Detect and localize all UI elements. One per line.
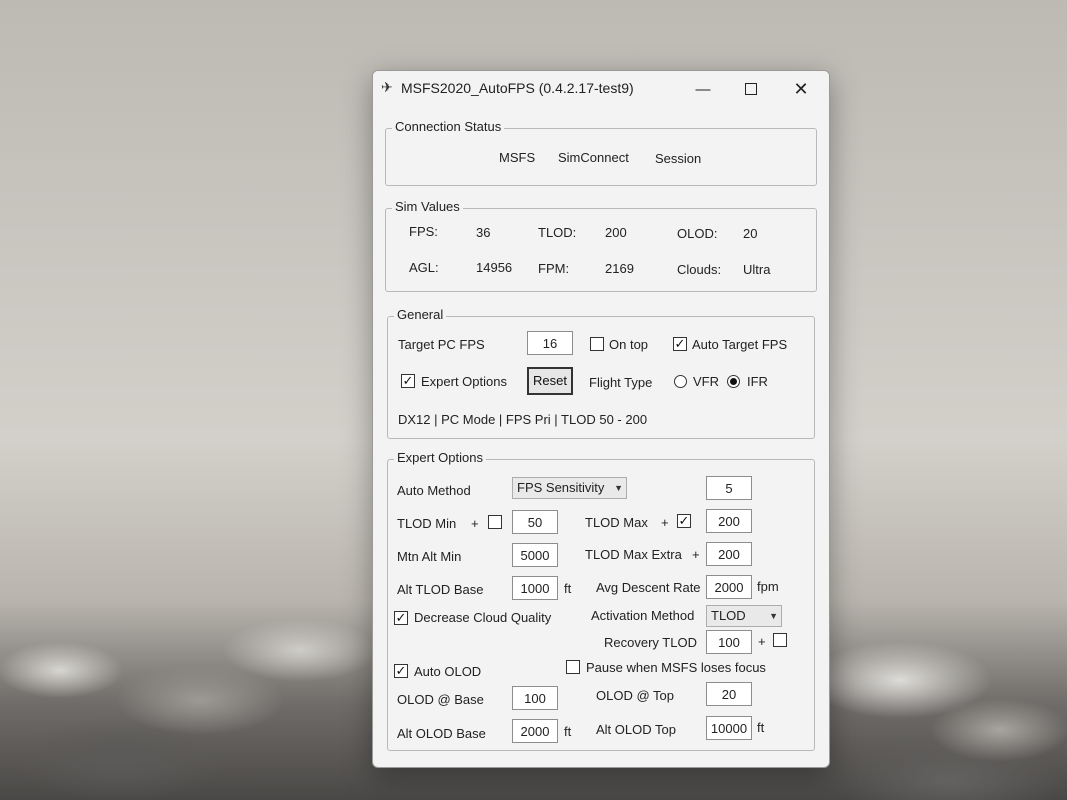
fpm-value: 2169 bbox=[605, 261, 634, 276]
target-fps-label: Target PC FPS bbox=[398, 337, 485, 352]
tlod-max-input[interactable]: 200 bbox=[706, 509, 752, 533]
alt-olod-base-input[interactable]: 2000 bbox=[512, 719, 558, 743]
tlod-max-checkbox[interactable]: ✓ bbox=[677, 514, 691, 528]
tlod-min-plus: + bbox=[471, 516, 479, 531]
tlod-max-extra-label: TLOD Max Extra bbox=[585, 547, 682, 562]
expert-options-group-label: Expert Options bbox=[394, 450, 486, 465]
close-button[interactable]: ✕ bbox=[777, 71, 825, 107]
olod-top-input[interactable]: 20 bbox=[706, 682, 752, 706]
vfr-label: VFR bbox=[693, 374, 719, 389]
auto-olod-label: Auto OLOD bbox=[414, 664, 482, 679]
olod-top-label: OLOD @ Top bbox=[596, 688, 674, 703]
avg-descent-rate-input[interactable]: 2000 bbox=[706, 575, 752, 599]
general-group: General Target PC FPS 16 On top ✓ Auto T… bbox=[387, 307, 815, 439]
recovery-tlod-input[interactable]: 100 bbox=[706, 630, 752, 654]
status-simconnect: SimConnect bbox=[558, 150, 629, 165]
alt-olod-top-input[interactable]: 10000 bbox=[706, 716, 752, 740]
recovery-tlod-plus: + bbox=[758, 634, 766, 649]
chevron-down-icon: ▼ bbox=[614, 483, 623, 493]
tlod-max-extra-input[interactable]: 200 bbox=[706, 542, 752, 566]
alt-olod-top-label: Alt OLOD Top bbox=[596, 722, 676, 737]
decrease-cloud-quality-checkbox[interactable]: ✓ bbox=[394, 611, 408, 625]
clouds-label: Clouds: bbox=[677, 262, 722, 277]
auto-method-label: Auto Method bbox=[397, 483, 471, 498]
on-top-checkbox[interactable] bbox=[590, 337, 604, 351]
connection-status-label: Connection Status bbox=[392, 119, 505, 134]
olod-base-label: OLOD @ Base bbox=[397, 692, 484, 707]
auto-target-fps-checkbox[interactable]: ✓ bbox=[673, 337, 687, 351]
tlod-min-label: TLOD Min bbox=[397, 516, 457, 531]
tlod-label: TLOD: bbox=[538, 225, 577, 240]
title-bar: ✈ MSFS2020_AutoFPS (0.4.2.17-test9) — ✕ bbox=[373, 71, 829, 107]
recovery-tlod-label: Recovery TLOD bbox=[604, 635, 697, 650]
decrease-cloud-quality-label: Decrease Cloud Quality bbox=[414, 610, 552, 625]
activation-method-select[interactable]: TLOD ▼ bbox=[706, 605, 782, 627]
tlod-min-input[interactable]: 50 bbox=[512, 510, 558, 534]
alt-tlod-base-unit: ft bbox=[564, 581, 572, 596]
mtn-alt-min-label: Mtn Alt Min bbox=[397, 549, 462, 564]
chevron-down-icon: ▼ bbox=[769, 611, 778, 621]
reset-button[interactable]: Reset bbox=[527, 367, 573, 395]
fps-label: FPS: bbox=[409, 224, 438, 239]
alt-olod-base-label: Alt OLOD Base bbox=[397, 726, 486, 741]
status-session: Session bbox=[655, 151, 702, 166]
auto-method-value: FPS Sensitivity bbox=[517, 480, 605, 495]
activation-method-label: Activation Method bbox=[591, 608, 695, 623]
tlod-max-plus: + bbox=[661, 515, 669, 530]
mtn-alt-min-input[interactable]: 5000 bbox=[512, 543, 558, 567]
expert-options-checkbox[interactable]: ✓ bbox=[401, 374, 415, 388]
pause-on-focus-loss-label: Pause when MSFS loses focus bbox=[586, 660, 766, 675]
clouds-value: Ultra bbox=[743, 262, 771, 277]
tlod-max-label: TLOD Max bbox=[585, 515, 648, 530]
auto-target-fps-label: Auto Target FPS bbox=[692, 337, 788, 352]
status-msfs: MSFS bbox=[499, 150, 536, 165]
expert-options-label: Expert Options bbox=[421, 374, 507, 389]
auto-method-select[interactable]: FPS Sensitivity ▼ bbox=[512, 477, 627, 499]
alt-tlod-base-label: Alt TLOD Base bbox=[397, 582, 484, 597]
vfr-radio[interactable] bbox=[674, 375, 687, 388]
sim-values-group: Sim Values FPS: 36 TLOD: 200 OLOD: 20 AG… bbox=[385, 199, 817, 292]
app-window: ✈ MSFS2020_AutoFPS (0.4.2.17-test9) — ✕ … bbox=[372, 70, 830, 768]
fpm-label: FPM: bbox=[538, 261, 570, 276]
agl-label: AGL: bbox=[409, 260, 439, 275]
ifr-radio[interactable] bbox=[727, 375, 740, 388]
minimize-button[interactable]: — bbox=[679, 71, 727, 107]
alt-tlod-base-input[interactable]: 1000 bbox=[512, 576, 558, 600]
sim-values-label: Sim Values bbox=[392, 199, 463, 214]
alt-olod-top-unit: ft bbox=[757, 720, 765, 735]
mode-status-line: DX12 | PC Mode | FPS Pri | TLOD 50 - 200 bbox=[398, 412, 648, 427]
sensitivity-input[interactable]: 5 bbox=[706, 476, 752, 500]
general-label: General bbox=[394, 307, 447, 322]
connection-status-group: Connection Status MSFS SimConnect Sessio… bbox=[385, 119, 817, 186]
on-top-label: On top bbox=[609, 337, 649, 352]
pause-on-focus-loss-checkbox[interactable] bbox=[566, 660, 580, 674]
tlod-max-extra-plus: + bbox=[692, 547, 700, 562]
maximize-button[interactable] bbox=[727, 71, 775, 107]
window-title: MSFS2020_AutoFPS (0.4.2.17-test9) bbox=[401, 80, 634, 96]
maximize-icon bbox=[745, 83, 757, 95]
target-fps-input[interactable]: 16 bbox=[527, 331, 573, 355]
olod-label: OLOD: bbox=[677, 226, 718, 241]
alt-olod-base-unit: ft bbox=[564, 724, 572, 739]
olod-value: 20 bbox=[743, 226, 758, 241]
flight-type-label: Flight Type bbox=[589, 375, 653, 390]
expert-options-group: Expert Options Auto Method FPS Sensitivi… bbox=[387, 450, 815, 751]
tlod-value: 200 bbox=[605, 225, 627, 240]
app-logo-icon: ✈ bbox=[381, 79, 393, 95]
tlod-min-checkbox[interactable] bbox=[488, 515, 502, 529]
avg-descent-rate-unit: fpm bbox=[757, 579, 779, 594]
auto-olod-checkbox[interactable]: ✓ bbox=[394, 664, 408, 678]
fps-value: 36 bbox=[476, 225, 491, 240]
recovery-tlod-checkbox[interactable] bbox=[773, 633, 787, 647]
activation-method-value: TLOD bbox=[711, 608, 746, 623]
avg-descent-rate-label: Avg Descent Rate bbox=[596, 580, 701, 595]
ifr-label: IFR bbox=[747, 374, 768, 389]
agl-value: 14956 bbox=[476, 260, 513, 275]
olod-base-input[interactable]: 100 bbox=[512, 686, 558, 710]
